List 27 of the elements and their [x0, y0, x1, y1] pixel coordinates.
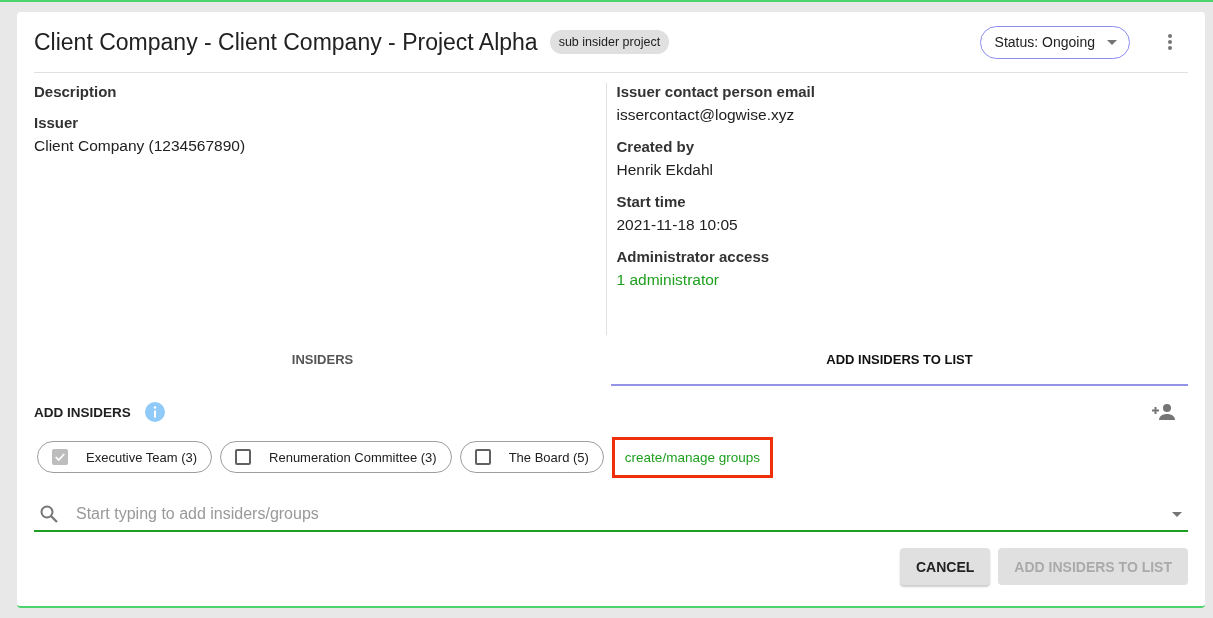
search-icon: [40, 505, 58, 523]
add-person-icon[interactable]: [1152, 404, 1176, 420]
administrator-link[interactable]: 1 administrator: [616, 271, 1188, 289]
field-label: Issuer contact person email: [616, 83, 816, 100]
field-value: 2021-11-18 10:05: [616, 216, 739, 234]
section-heading: ADD INSIDERS: [34, 404, 131, 420]
project-badge: sub insider project: [549, 30, 670, 54]
field-value: Henrik Ekdahl: [616, 161, 714, 179]
group-chip[interactable]: The Board (5): [459, 441, 604, 473]
field-label: Administrator access: [616, 248, 771, 265]
group-chip[interactable]: Renumeration Committee (3): [220, 441, 452, 473]
search-field[interactable]: Start typing to add insiders/groups: [74, 504, 1156, 524]
field-label: Created by: [616, 138, 696, 155]
field-label: Start time: [616, 193, 687, 210]
status-dropdown[interactable]: Status: Ongoing: [979, 25, 1130, 59]
checkbox[interactable]: [474, 449, 491, 465]
field-label: Description: [34, 83, 118, 100]
field-value: issercontact@logwise.xyz: [616, 106, 796, 124]
manage-groups-link[interactable]: create/manage groups: [611, 436, 773, 478]
caret-icon: [1172, 511, 1182, 517]
caret-icon: [1107, 39, 1117, 45]
field-label: Issuer: [34, 114, 80, 131]
cancel-button[interactable]: CANCEL: [900, 548, 991, 585]
checkbox[interactable]: [235, 449, 252, 465]
field-value: Client Company (1234567890): [34, 137, 247, 155]
page-title: Client Company - Client Company - Project Alpha: [34, 28, 538, 56]
more-options-icon[interactable]: [1168, 34, 1172, 50]
